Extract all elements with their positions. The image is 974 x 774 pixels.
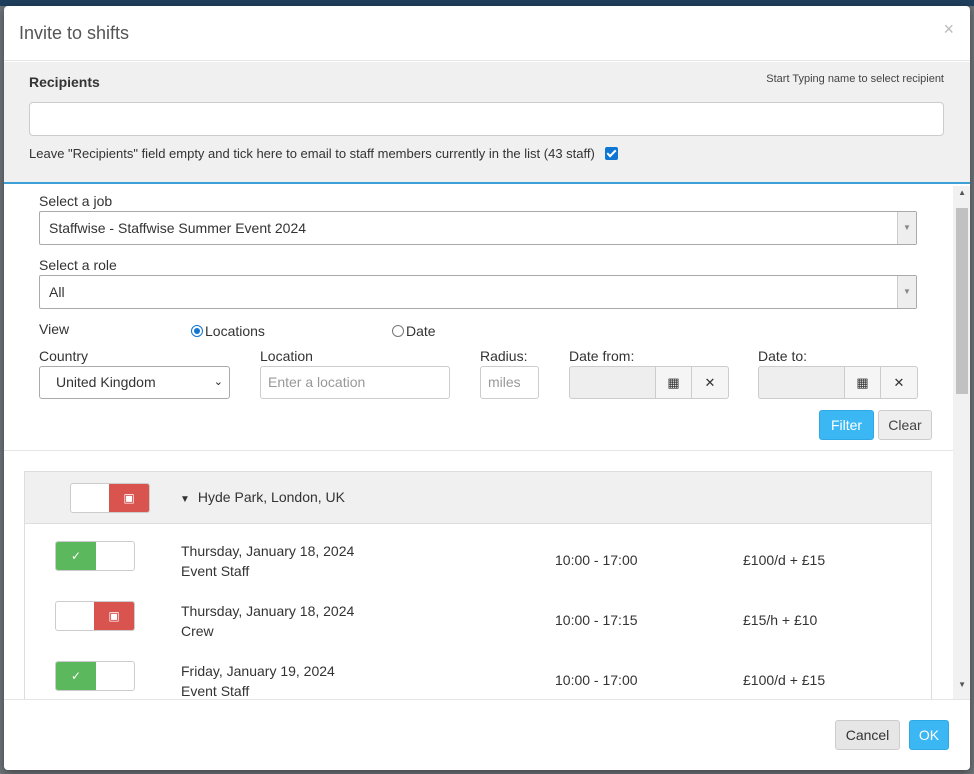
caret-down-icon: ▼ (180, 494, 190, 505)
recipients-input[interactable] (29, 102, 944, 136)
shift-date: Thursday, January 18, 2024 (181, 543, 355, 559)
shift-row: ✓ Friday, January 19, 2024 Event Staff 1… (25, 661, 931, 699)
times-icon[interactable]: ✕ (692, 366, 729, 399)
date-from-group: ▦ ✕ (569, 366, 729, 399)
chevron-down-icon: ⌄ (213, 376, 223, 388)
shift-pay: £100/d + £15 (743, 672, 826, 688)
shift-date: Thursday, January 18, 2024 (181, 603, 355, 619)
modal-header: Invite to shifts × (4, 6, 970, 61)
location-input[interactable]: Enter a location (260, 366, 450, 399)
check-icon: ✓ (56, 662, 96, 690)
times-icon[interactable]: ✕ (881, 366, 918, 399)
scroll-thumb[interactable] (956, 208, 968, 394)
role-select-value: All (49, 284, 65, 300)
view-option-date[interactable]: Date (392, 323, 436, 339)
job-label: Select a job (39, 193, 113, 209)
invite-modal: Invite to shifts × Recipients Start Typi… (4, 6, 970, 770)
location-name-text: Hyde Park, London, UK (197, 489, 345, 505)
shift-date: Friday, January 19, 2024 (181, 663, 335, 679)
shift-pay: £100/d + £15 (743, 552, 826, 568)
date-from-input[interactable] (569, 366, 655, 399)
radius-label: Radius: (480, 348, 528, 364)
shift-role: Event Staff (181, 683, 250, 699)
section-divider (4, 450, 953, 451)
country-select-value: United Kingdom (56, 374, 156, 390)
view-locations-label: Locations (205, 323, 265, 339)
modal-footer: Cancel OK (4, 699, 970, 770)
recipients-hint: Start Typing name to select recipient (766, 73, 944, 85)
radio-locations[interactable] (191, 325, 203, 337)
ok-button[interactable]: OK (909, 720, 949, 750)
shift-row: ▣ Thursday, January 18, 2024 Crew 10:00 … (25, 601, 931, 661)
role-label: Select a role (39, 257, 117, 273)
view-label: View (39, 321, 70, 337)
briefcase-icon: ▣ (109, 484, 149, 512)
shift-time: 10:00 - 17:15 (555, 612, 638, 628)
view-option-locations[interactable]: Locations (191, 323, 265, 339)
view-date-label: Date (406, 323, 436, 339)
cancel-button[interactable]: Cancel (835, 720, 900, 750)
shift-toggle[interactable]: ✓ (55, 661, 135, 691)
close-button[interactable]: × (943, 19, 954, 40)
email-all-label: Leave "Recipients" field empty and tick … (29, 146, 595, 161)
shift-toggle[interactable]: ✓ (55, 541, 135, 571)
scroll-down-icon[interactable]: ▼ (958, 680, 966, 689)
shift-time: 10:00 - 17:00 (555, 552, 638, 568)
shift-info: Friday, January 19, 2024 Event Staff (181, 661, 335, 699)
recipients-section: Recipients Start Typing name to select r… (4, 62, 970, 184)
shift-pay: £15/h + £10 (743, 612, 818, 628)
chevron-down-icon: ▼ (897, 276, 916, 308)
role-select[interactable]: All ▼ (39, 275, 917, 309)
email-all-option: Leave "Recipients" field empty and tick … (29, 146, 618, 161)
shift-row: ✓ Thursday, January 18, 2024 Event Staff… (25, 541, 931, 601)
shift-info: Thursday, January 18, 2024 Event Staff (181, 541, 354, 581)
shift-role: Event Staff (181, 563, 250, 579)
country-select[interactable]: United Kingdom ⌄ (39, 366, 230, 399)
calendar-icon[interactable]: ▦ (655, 366, 692, 399)
filters-scroll-area[interactable]: Select a job Staffwise - Staffwise Summe… (4, 186, 970, 699)
date-to-label: Date to: (758, 348, 808, 364)
location-group-name[interactable]: ▼ Hyde Park, London, UK (180, 489, 345, 505)
clear-button[interactable]: Clear (878, 410, 932, 440)
calendar-icon[interactable]: ▦ (844, 366, 881, 399)
shift-time: 10:00 - 17:00 (555, 672, 638, 688)
radio-date[interactable] (392, 325, 404, 337)
date-from-label: Date from: (569, 348, 635, 364)
location-toggle[interactable]: ▣ (70, 483, 150, 513)
date-to-input[interactable] (758, 366, 844, 399)
location-group-panel: ▣ ▼ Hyde Park, London, UK ✓ Thursday, Jan… (24, 471, 932, 699)
filter-button[interactable]: Filter (819, 410, 874, 440)
recipients-label: Recipients (29, 74, 100, 90)
chevron-down-icon: ▼ (897, 212, 916, 244)
shift-role: Crew (181, 623, 214, 639)
job-select-value: Staffwise - Staffwise Summer Event 2024 (49, 220, 307, 236)
location-label: Location (260, 348, 313, 364)
shift-info: Thursday, January 18, 2024 Crew (181, 601, 354, 641)
scroll-up-icon[interactable]: ▲ (958, 188, 966, 197)
shift-toggle[interactable]: ▣ (55, 601, 135, 631)
vertical-scrollbar[interactable]: ▲ ▼ (953, 186, 970, 699)
briefcase-icon: ▣ (94, 602, 134, 630)
job-select[interactable]: Staffwise - Staffwise Summer Event 2024 … (39, 211, 917, 245)
country-label: Country (39, 348, 89, 364)
location-group-header: ▣ ▼ Hyde Park, London, UK (25, 472, 931, 524)
radius-input[interactable]: miles (480, 366, 539, 399)
email-all-checkbox[interactable] (604, 147, 618, 160)
check-icon: ✓ (56, 542, 96, 570)
date-to-group: ▦ ✕ (758, 366, 918, 399)
modal-title: Invite to shifts (19, 23, 130, 43)
